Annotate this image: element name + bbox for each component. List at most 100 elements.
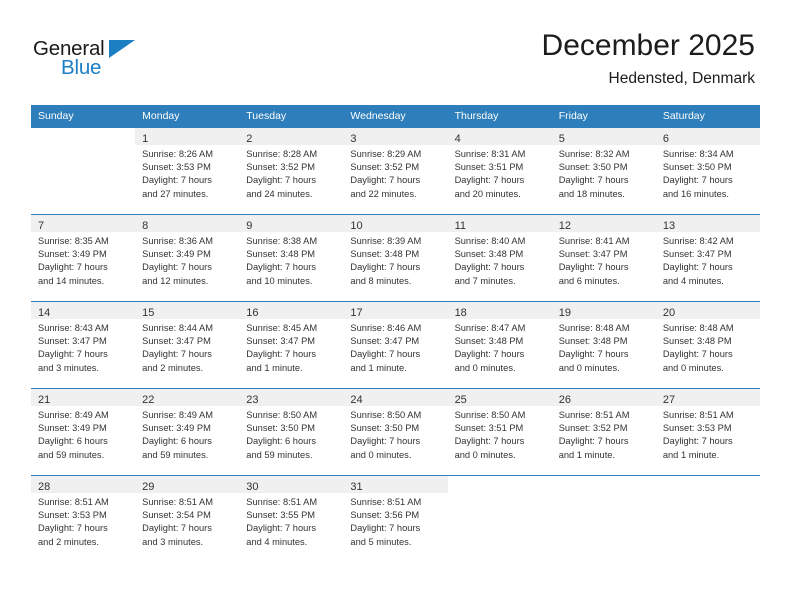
calendar-day-cell[interactable]: 2 Sunrise: 8:28 AM Sunset: 3:52 PM Daylight…: [239, 127, 344, 215]
day-detail-line: Sunrise: 8:47 AM: [454, 323, 526, 333]
day-detail-line: Daylight: 7 hours: [454, 436, 525, 447]
day-details: Sunrise: 8:26 AM Sunset: 3:53 PM Daylight:…: [135, 145, 239, 201]
day-detail-line: Sunset: 3:52 PM: [350, 162, 420, 173]
day-number: 28: [38, 481, 51, 493]
day-details: [656, 493, 760, 496]
day-number-bar: 29: [135, 476, 240, 493]
day-detail-line: Daylight: 7 hours: [142, 175, 212, 186]
calendar-day-cell[interactable]: 13 Sunrise: 8:42 AM Sunset: 3:47 PM Dayligh…: [655, 214, 760, 302]
calendar-day-cell[interactable]: 16 Sunrise: 8:45 AM Sunset: 3:47 PM Dayligh…: [239, 301, 344, 389]
weekday-header-sunday: Sunday: [31, 105, 136, 128]
calendar-day-cell[interactable]: 5 Sunrise: 8:32 AM Sunset: 3:50 PM Daylight…: [551, 127, 656, 215]
day-detail-line: Sunset: 3:51 PM: [454, 423, 524, 434]
calendar-day-cell[interactable]: 24 Sunrise: 8:50 AM Sunset: 3:50 PM Dayligh…: [343, 388, 448, 476]
day-number: 6: [662, 133, 669, 145]
calendar-day-cell[interactable]: 27 Sunrise: 8:51 AM Sunset: 3:53 PM Dayligh…: [655, 388, 760, 476]
day-number-bar: 16: [239, 302, 344, 319]
day-number: 20: [662, 307, 676, 319]
calendar-day-cell[interactable]: 20 Sunrise: 8:48 AM Sunset: 3:48 PM Dayligh…: [655, 301, 760, 389]
calendar-empty-cell: [655, 475, 760, 563]
day-detail-line: Daylight: 7 hours: [350, 523, 421, 534]
calendar-day-cell[interactable]: 15 Sunrise: 8:44 AM Sunset: 3:47 PM Dayligh…: [135, 301, 240, 389]
day-details: Sunrise: 8:49 AM Sunset: 3:49 PM Daylight:…: [31, 406, 135, 462]
day-detail-line: and 27 minutes.: [142, 188, 209, 199]
calendar-day-cell[interactable]: 26 Sunrise: 8:51 AM Sunset: 3:52 PM Dayligh…: [551, 388, 656, 476]
day-detail-line: Sunset: 3:50 PM: [350, 423, 420, 434]
calendar-day-cell[interactable]: 18 Sunrise: 8:47 AM Sunset: 3:48 PM Dayligh…: [447, 301, 552, 389]
day-detail-line: Daylight: 7 hours: [350, 349, 421, 360]
day-detail-line: Sunset: 3:49 PM: [142, 249, 211, 260]
day-detail-line: Sunrise: 8:39 AM: [350, 236, 422, 246]
day-detail-line: Daylight: 7 hours: [38, 523, 108, 534]
calendar-day-cell[interactable]: 7 Sunrise: 8:35 AM Sunset: 3:49 PM Daylight…: [31, 214, 136, 302]
day-detail-line: Sunset: 3:47 PM: [350, 336, 420, 347]
calendar-day-cell[interactable]: 10 Sunrise: 8:39 AM Sunset: 3:48 PM Dayligh…: [343, 214, 448, 302]
day-detail-line: Daylight: 7 hours: [558, 175, 629, 186]
day-number-bar: [448, 476, 552, 493]
day-number: 23: [246, 394, 259, 406]
calendar-day-cell[interactable]: 11 Sunrise: 8:40 AM Sunset: 3:48 PM Dayligh…: [447, 214, 552, 302]
calendar-empty-cell: [447, 475, 552, 563]
calendar-day-cell[interactable]: 21 Sunrise: 8:49 AM Sunset: 3:49 PM Dayligh…: [31, 388, 136, 476]
day-detail-line: Sunrise: 8:48 AM: [558, 323, 630, 333]
calendar-day-cell[interactable]: 31 Sunrise: 8:51 AM Sunset: 3:56 PM Dayligh…: [343, 475, 448, 563]
calendar-day-cell[interactable]: 3 Sunrise: 8:29 AM Sunset: 3:52 PM Daylight…: [343, 127, 448, 215]
day-detail-line: Sunset: 3:47 PM: [142, 336, 211, 347]
day-number: 22: [142, 394, 155, 406]
calendar-day-cell[interactable]: 23 Sunrise: 8:50 AM Sunset: 3:50 PM Dayligh…: [239, 388, 344, 476]
day-detail-line: Sunset: 3:56 PM: [350, 510, 420, 521]
day-number-bar: 12: [551, 215, 656, 232]
day-detail-line: and 3 minutes.: [38, 362, 99, 373]
calendar-day-cell[interactable]: 22 Sunrise: 8:49 AM Sunset: 3:49 PM Dayligh…: [135, 388, 240, 476]
calendar-day-cell[interactable]: 25 Sunrise: 8:50 AM Sunset: 3:51 PM Dayligh…: [447, 388, 552, 476]
day-number: 12: [558, 220, 571, 232]
day-detail-line: Sunset: 3:49 PM: [38, 423, 107, 434]
calendar-day-cell[interactable]: 9 Sunrise: 8:38 AM Sunset: 3:48 PM Daylight…: [239, 214, 344, 302]
day-detail-line: Sunset: 3:50 PM: [246, 423, 316, 434]
day-detail-line: Daylight: 7 hours: [558, 262, 629, 273]
calendar-day-cell[interactable]: 12 Sunrise: 8:41 AM Sunset: 3:47 PM Dayligh…: [551, 214, 656, 302]
day-details: Sunrise: 8:44 AM Sunset: 3:47 PM Daylight:…: [135, 319, 239, 375]
day-detail-line: and 22 minutes.: [350, 188, 417, 199]
day-detail-line: Sunset: 3:53 PM: [662, 423, 732, 434]
day-detail-line: Sunset: 3:50 PM: [662, 162, 732, 173]
day-detail-line: and 0 minutes.: [454, 449, 516, 460]
day-detail-line: Sunrise: 8:35 AM: [38, 236, 109, 246]
day-detail-line: Daylight: 7 hours: [142, 523, 212, 534]
calendar-day-cell[interactable]: 30 Sunrise: 8:51 AM Sunset: 3:55 PM Dayligh…: [239, 475, 344, 563]
day-detail-line: Daylight: 7 hours: [558, 349, 629, 360]
day-detail-line: and 8 minutes.: [350, 275, 412, 286]
day-details: Sunrise: 8:40 AM Sunset: 3:48 PM Daylight:…: [448, 232, 552, 288]
calendar-week-row: 1 Sunrise: 8:26 AM Sunset: 3:53 PM Daylight…: [31, 127, 760, 215]
page-title: December 2025: [541, 29, 755, 62]
day-detail-line: and 20 minutes.: [454, 188, 521, 199]
day-number: 27: [662, 394, 676, 406]
day-detail-line: and 10 minutes.: [246, 275, 313, 286]
calendar-table: Sunday Monday Tuesday Wednesday Thursday Frid…: [31, 105, 760, 563]
calendar-day-cell[interactable]: 1 Sunrise: 8:26 AM Sunset: 3:53 PM Daylight…: [135, 127, 240, 215]
calendar-day-cell[interactable]: 28 Sunrise: 8:51 AM Sunset: 3:53 PM Dayligh…: [31, 475, 136, 563]
day-detail-line: and 4 minutes.: [246, 536, 308, 547]
day-detail-line: Daylight: 7 hours: [454, 262, 525, 273]
calendar-day-cell[interactable]: 4 Sunrise: 8:31 AM Sunset: 3:51 PM Daylight…: [447, 127, 552, 215]
calendar-day-cell[interactable]: 6 Sunrise: 8:34 AM Sunset: 3:50 PM Daylight…: [655, 127, 760, 215]
day-detail-line: and 0 minutes.: [350, 449, 412, 460]
day-detail-line: Sunset: 3:47 PM: [246, 336, 316, 347]
day-detail-line: Daylight: 6 hours: [38, 436, 108, 447]
logo-triangle-icon: [109, 40, 135, 58]
general-blue-logo: General Blue: [33, 37, 163, 83]
calendar-day-cell[interactable]: 19 Sunrise: 8:48 AM Sunset: 3:48 PM Dayligh…: [551, 301, 656, 389]
day-detail-line: Sunset: 3:47 PM: [662, 249, 732, 260]
calendar-day-cell[interactable]: 29 Sunrise: 8:51 AM Sunset: 3:54 PM Dayligh…: [135, 475, 240, 563]
day-detail-line: Sunset: 3:48 PM: [558, 336, 628, 347]
day-details: Sunrise: 8:45 AM Sunset: 3:47 PM Daylight:…: [239, 319, 343, 375]
calendar-day-cell[interactable]: 14 Sunrise: 8:43 AM Sunset: 3:47 PM Dayligh…: [31, 301, 136, 389]
day-detail-line: Sunrise: 8:51 AM: [142, 497, 213, 507]
day-number: 3: [350, 133, 357, 145]
calendar-day-cell[interactable]: 8 Sunrise: 8:36 AM Sunset: 3:49 PM Daylight…: [135, 214, 240, 302]
calendar-grid: Sunday Monday Tuesday Wednesday Thursday Frid…: [31, 105, 760, 563]
day-number: 14: [38, 307, 51, 319]
day-details: Sunrise: 8:48 AM Sunset: 3:48 PM Daylight:…: [552, 319, 656, 375]
day-detail-line: and 6 minutes.: [558, 275, 620, 286]
calendar-day-cell[interactable]: 17 Sunrise: 8:46 AM Sunset: 3:47 PM Dayligh…: [343, 301, 448, 389]
